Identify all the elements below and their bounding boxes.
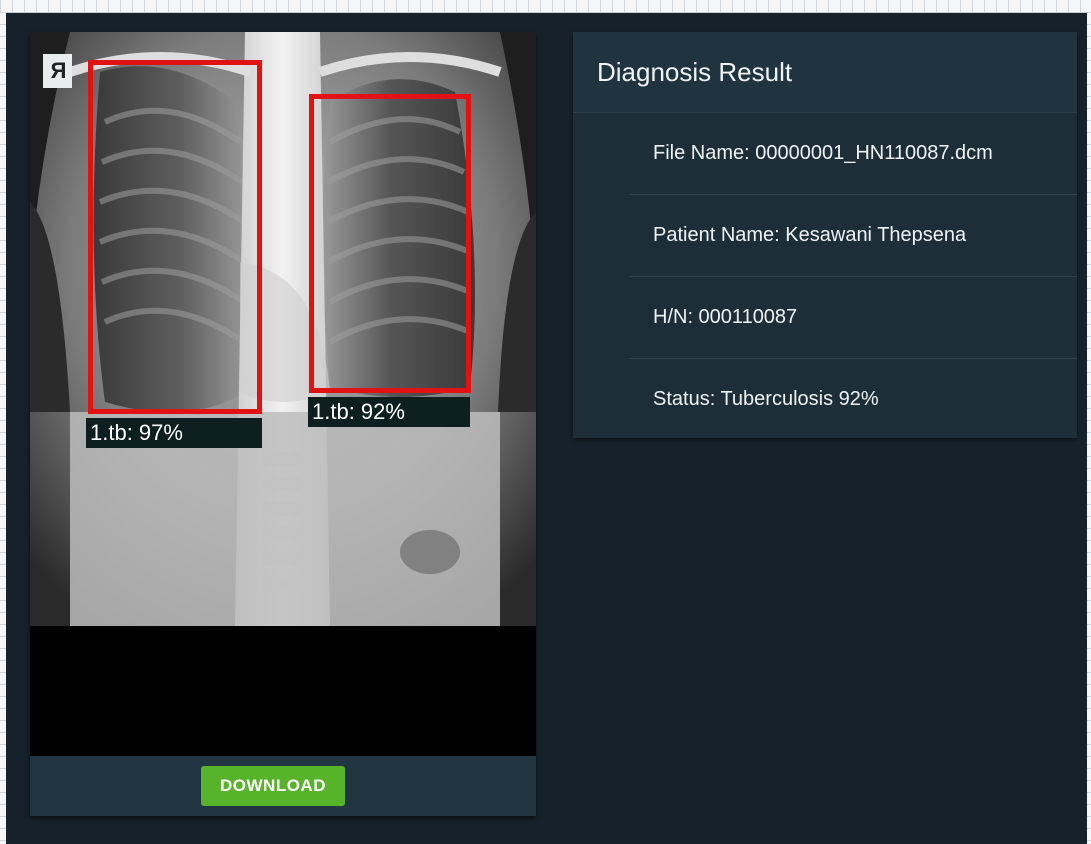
diagnosis-result-card: Diagnosis Result File Name: 00000001_HN1… (573, 32, 1077, 438)
detection-label-left: 1.tb: 97% (86, 418, 262, 448)
xray-side-marker: Я (43, 54, 72, 88)
diagnosis-result-title: Diagnosis Result (573, 32, 1077, 113)
download-button[interactable]: DOWNLOAD (201, 766, 345, 806)
xray-image: Я 1.tb: 97% 1.tb: 92% (30, 32, 536, 626)
diagnosis-result-list: File Name: 00000001_HN110087.dcm Patient… (573, 113, 1077, 440)
left-grid-edge (0, 12, 6, 844)
image-card-footer: DOWNLOAD (30, 756, 536, 816)
detection-box-right (309, 94, 471, 393)
detection-box-left (88, 60, 262, 414)
status-item: Status: Tuberculosis 92% (653, 388, 879, 410)
hn-item: H/N: 000110087 (629, 277, 1077, 359)
xray-image-card: Я 1.tb: 97% 1.tb: 92% DOWNLOAD (30, 32, 536, 816)
top-grid-strip (0, 0, 1091, 13)
detection-label-right: 1.tb: 92% (308, 397, 470, 427)
right-grid-edge (1087, 12, 1091, 844)
file-name-item: File Name: 00000001_HN110087.dcm (629, 113, 1077, 195)
patient-name-item: Patient Name: Kesawani Thepsena (629, 195, 1077, 277)
